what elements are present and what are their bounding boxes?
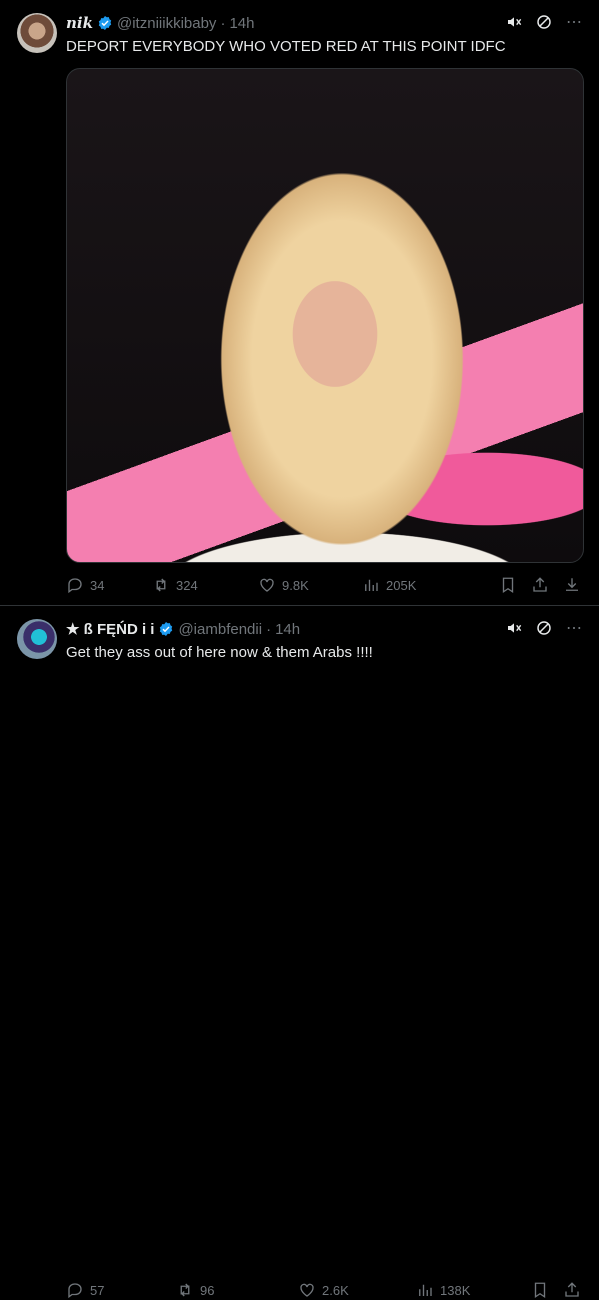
share-icon[interactable] (531, 576, 549, 594)
right-actions (499, 576, 581, 594)
like-icon (300, 1283, 314, 1297)
repost-icon (180, 1283, 190, 1297)
display-name[interactable]: ★ ß FĘŃD i i (66, 620, 154, 638)
reply-button[interactable]: 57 (66, 1281, 176, 1299)
separator: · (220, 14, 226, 32)
tweet-2[interactable]: ★ ß FĘŃD i i @iambfendii · 14h ⋯ Get the… (0, 606, 599, 1299)
avatar[interactable] (17, 619, 57, 659)
right-actions (531, 1281, 581, 1299)
mute-icon[interactable] (505, 619, 523, 637)
repost-button[interactable]: 324 (152, 576, 258, 594)
verified-badge-icon (98, 16, 112, 30)
timestamp[interactable]: 14h (275, 621, 300, 638)
timestamp[interactable]: 14h (229, 15, 254, 32)
tweet-text: DEPORT EVERYBODY WHO VOTED RED AT THIS P… (66, 38, 506, 55)
more-icon[interactable]: ⋯ (565, 619, 583, 637)
bookmark-icon[interactable] (531, 1281, 549, 1299)
block-icon[interactable] (535, 13, 553, 31)
like-count: 9.8K (282, 577, 309, 593)
reply-icon (68, 578, 82, 594)
more-icon[interactable]: ⋯ (565, 13, 583, 31)
separator: · (266, 620, 272, 638)
block-icon[interactable] (535, 619, 553, 637)
handle[interactable]: @itzniiikkibaby (117, 15, 216, 32)
like-count: 2.6K (322, 1282, 349, 1298)
views-button[interactable]: 138K (416, 1281, 470, 1299)
action-bar: 57 96 2.6K 138K (66, 1280, 581, 1300)
reply-count: 57 (90, 1282, 105, 1298)
views-count: 138K (440, 1282, 471, 1298)
tweet-media-image[interactable] (66, 68, 584, 563)
views-button[interactable]: 205K (362, 576, 416, 594)
tweet-header: 𝒏𝒊𝒌 @itzniiikkibaby · 14h (66, 13, 254, 33)
mute-icon[interactable] (505, 13, 523, 31)
repost-count: 96 (200, 1282, 215, 1298)
tweet-header: ★ ß FĘŃD i i @iambfendii · 14h (66, 619, 300, 639)
share-icon[interactable] (563, 1281, 581, 1299)
handle[interactable]: @iambfendii (178, 621, 262, 638)
tweet-top-icons: ⋯ (505, 619, 583, 637)
repost-count: 324 (176, 577, 198, 593)
reply-button[interactable]: 34 (66, 576, 152, 594)
like-button[interactable]: 9.8K (258, 576, 362, 594)
views-icon (365, 579, 378, 591)
views-icon (419, 1284, 432, 1296)
display-name[interactable]: 𝒏𝒊𝒌 (66, 14, 93, 32)
tweet-top-icons: ⋯ (505, 13, 583, 31)
repost-button[interactable]: 96 (176, 1281, 298, 1299)
action-bar: 34 324 9.8K 205K (66, 575, 581, 595)
like-button[interactable]: 2.6K (298, 1281, 416, 1299)
download-icon[interactable] (563, 576, 581, 594)
reply-count: 34 (90, 577, 105, 593)
tweet-1[interactable]: 𝒏𝒊𝒌 @itzniiikkibaby · 14h ⋯ DEPORT EVERY… (0, 0, 599, 605)
verified-badge-icon (160, 622, 173, 636)
reply-icon (68, 1283, 82, 1299)
bookmark-icon[interactable] (499, 576, 517, 594)
views-count: 205K (386, 577, 417, 593)
avatar[interactable] (17, 13, 57, 53)
repost-icon (156, 578, 166, 592)
tweet-text: Get they ass out of here now & them Arab… (66, 644, 373, 661)
like-icon (260, 578, 274, 592)
